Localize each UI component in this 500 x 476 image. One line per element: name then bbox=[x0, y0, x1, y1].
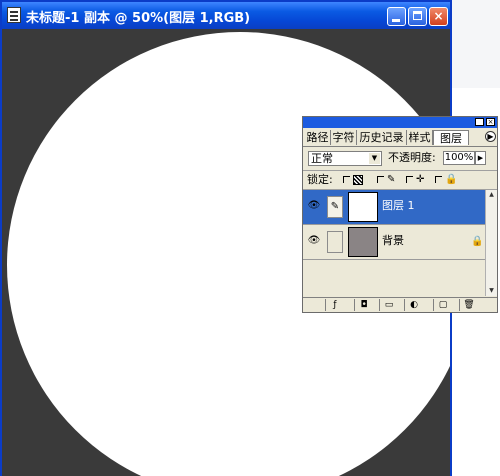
layer-thumbnail bbox=[348, 227, 378, 257]
scroll-down-icon[interactable]: ▼ bbox=[486, 286, 497, 296]
move-lock-icon: ✛ bbox=[416, 174, 425, 185]
layer-style-button[interactable]: ƒ bbox=[325, 299, 344, 311]
layer-row-layer1[interactable]: 👁 ✎ 图层 1 bbox=[303, 190, 485, 225]
desktop-toolbar-area bbox=[452, 0, 500, 88]
scroll-up-icon[interactable]: ▲ bbox=[486, 190, 497, 200]
new-layer-button[interactable]: ▢ bbox=[433, 299, 452, 311]
blend-mode-value: 正常 bbox=[311, 152, 333, 165]
layers-palette: _ × 路径 字符 历史记录 样式 图层 ▶ 正常 ▼ 不透明度: 100% ▶… bbox=[302, 116, 498, 313]
tab-history[interactable]: 历史记录 bbox=[357, 130, 407, 145]
lock-all-icon: 🔒 bbox=[445, 174, 458, 185]
lock-all-checkbox[interactable] bbox=[435, 176, 442, 183]
tab-styles[interactable]: 样式 bbox=[407, 130, 433, 145]
palette-minimize-button[interactable]: _ bbox=[475, 118, 484, 126]
add-mask-button[interactable]: ◘ bbox=[354, 299, 373, 311]
window-title: 未标题-1 副本 @ 50%(图层 1,RGB) bbox=[26, 11, 251, 26]
lock-label: 锁定: bbox=[307, 173, 333, 186]
maximize-button[interactable] bbox=[408, 7, 427, 26]
link-slot[interactable] bbox=[327, 231, 343, 253]
lock-pixels-checkbox[interactable] bbox=[377, 176, 384, 183]
minimize-icon bbox=[392, 19, 400, 22]
lock-transparency-checkbox[interactable] bbox=[343, 176, 350, 183]
layers-list: 👁 ✎ 图层 1 👁 背景 🔒 bbox=[303, 190, 485, 296]
close-button[interactable]: × bbox=[429, 7, 448, 26]
tab-paths[interactable]: 路径 bbox=[305, 130, 331, 145]
layer-name[interactable]: 背景 bbox=[382, 234, 404, 248]
palette-menu-icon[interactable]: ▶ bbox=[485, 131, 496, 142]
brush-lock-icon: ✎ bbox=[387, 174, 396, 185]
layer-thumbnail bbox=[348, 192, 378, 222]
lock-icon: 🔒 bbox=[471, 236, 484, 247]
palette-bottom-bar: ƒ ◘ ▭ ◐ ▢ 🗑 bbox=[303, 297, 497, 313]
tab-character[interactable]: 字符 bbox=[331, 130, 357, 145]
minimize-button[interactable] bbox=[387, 7, 406, 26]
palette-title-bar[interactable]: _ × bbox=[303, 117, 497, 128]
transparency-lock-icon bbox=[353, 175, 363, 185]
title-bar[interactable]: 未标题-1 副本 @ 50%(图层 1,RGB) × bbox=[2, 2, 450, 29]
palette-close-button[interactable]: × bbox=[486, 118, 495, 126]
tab-layers[interactable]: 图层 bbox=[433, 130, 469, 145]
opacity-slider-button[interactable]: ▶ bbox=[475, 151, 486, 165]
opacity-input[interactable]: 100% bbox=[443, 151, 475, 165]
layer-row-background[interactable]: 👁 背景 🔒 bbox=[303, 225, 485, 260]
new-group-button[interactable]: ▭ bbox=[379, 299, 398, 311]
adjustment-layer-button[interactable]: ◐ bbox=[404, 299, 423, 311]
eye-icon[interactable]: 👁 bbox=[307, 236, 321, 246]
document-icon bbox=[7, 7, 21, 23]
lock-row: 锁定: ✎ ✛ 🔒 bbox=[303, 170, 497, 190]
eye-icon[interactable]: 👁 bbox=[307, 201, 321, 211]
layers-scrollbar[interactable]: ▲ ▼ bbox=[485, 190, 497, 296]
trash-icon[interactable]: 🗑 bbox=[459, 299, 478, 311]
layer-name[interactable]: 图层 1 bbox=[382, 199, 415, 213]
chevron-down-icon: ▼ bbox=[369, 153, 380, 164]
maximize-icon bbox=[413, 11, 422, 20]
opacity-label: 不透明度: bbox=[388, 151, 436, 164]
palette-tabs: 路径 字符 历史记录 样式 图层 bbox=[303, 129, 497, 147]
brush-icon[interactable]: ✎ bbox=[327, 196, 343, 218]
lock-position-checkbox[interactable] bbox=[406, 176, 413, 183]
blend-mode-select[interactable]: 正常 ▼ bbox=[308, 151, 382, 166]
